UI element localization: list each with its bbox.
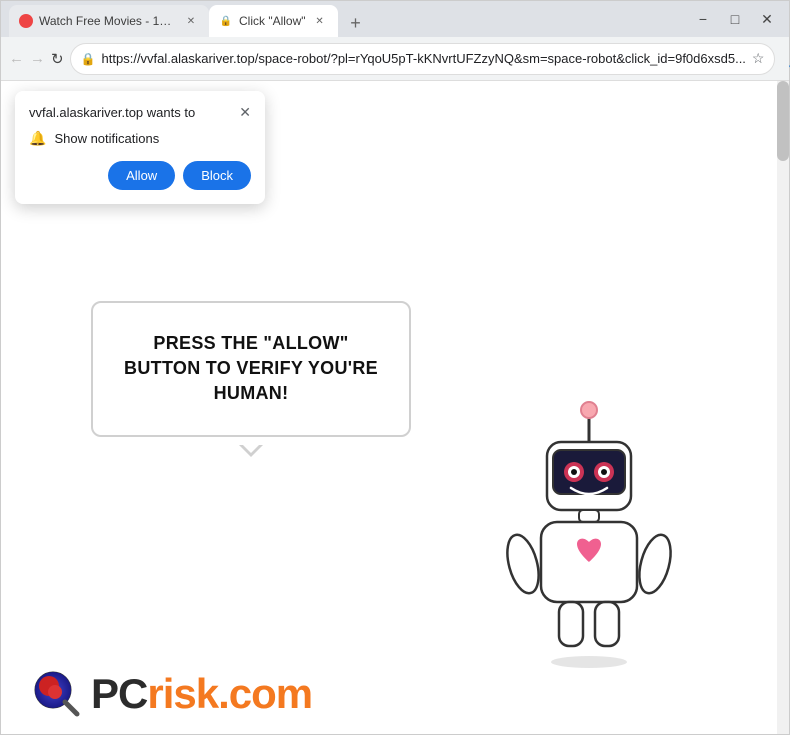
title-bar: Watch Free Movies - 123movie... ✕ 🔒 Clic… [1,1,789,37]
robot-illustration [489,394,689,674]
tab-1-close[interactable]: ✕ [183,13,199,29]
pcrisk-text: PCrisk.com [91,670,312,718]
tab-2-title: Click "Allow" [239,14,306,28]
close-button[interactable]: ✕ [753,5,781,33]
tab-1[interactable]: Watch Free Movies - 123movie... ✕ [9,5,209,37]
scrollbar[interactable] [777,81,789,734]
lock-icon: 🔒 [81,52,96,66]
pcrisk-risk: risk.com [147,670,312,717]
bell-icon: 🔔 [29,130,46,147]
tab-2-favicon: 🔒 [219,14,233,28]
notification-row: 🔔 Show notifications [29,130,251,147]
bookmark-icon[interactable]: ☆ [752,50,765,67]
window-controls: − □ ✕ [689,5,781,33]
maximize-button[interactable]: □ [721,5,749,33]
notification-popup: vvfal.alaskariver.top wants to ✕ 🔔 Show … [15,91,265,204]
allow-button[interactable]: Allow [108,161,175,190]
refresh-button[interactable]: ↻ [51,44,64,74]
new-tab-button[interactable]: + [342,9,370,37]
address-bar[interactable]: 🔒 https://vvfal.alaskariver.top/space-ro… [70,43,776,75]
tab-2-close[interactable]: ✕ [312,13,328,29]
tab-1-favicon [19,14,33,28]
speech-bubble-container: PRESS THE "ALLOW" BUTTON TO VERIFY YOU'R… [91,301,411,437]
notification-label: Show notifications [54,131,159,146]
speech-bubble: PRESS THE "ALLOW" BUTTON TO VERIFY YOU'R… [91,301,411,437]
back-button[interactable]: ← [9,44,24,74]
pcrisk-logo: PCrisk.com [31,668,312,720]
tab-1-title: Watch Free Movies - 123movie... [39,14,177,28]
tab-group: Watch Free Movies - 123movie... ✕ 🔒 Clic… [9,1,681,37]
address-text: https://vvfal.alaskariver.top/space-robo… [102,51,746,66]
popup-buttons: Allow Block [29,161,251,190]
popup-header: vvfal.alaskariver.top wants to ✕ [29,105,251,120]
scrollbar-thumb[interactable] [777,81,789,161]
popup-title: vvfal.alaskariver.top wants to [29,105,195,120]
speech-text: PRESS THE "ALLOW" BUTTON TO VERIFY YOU'R… [124,333,378,403]
browser-content: vvfal.alaskariver.top wants to ✕ 🔔 Show … [1,81,789,734]
tab-2[interactable]: 🔒 Click "Allow" ✕ [209,5,338,37]
pcrisk-icon [31,668,83,720]
forward-button[interactable]: → [30,44,45,74]
block-button[interactable]: Block [183,161,251,190]
profile-icon[interactable]: 👤 [781,44,790,74]
popup-close-button[interactable]: ✕ [239,105,251,119]
minimize-button[interactable]: − [689,5,717,33]
pcrisk-pc: PC [91,670,147,717]
nav-icons-right: 👤 ⋮ [781,44,790,74]
nav-bar: ← → ↻ 🔒 https://vvfal.alaskariver.top/sp… [1,37,789,81]
browser-window: Watch Free Movies - 123movie... ✕ 🔒 Clic… [0,0,790,735]
